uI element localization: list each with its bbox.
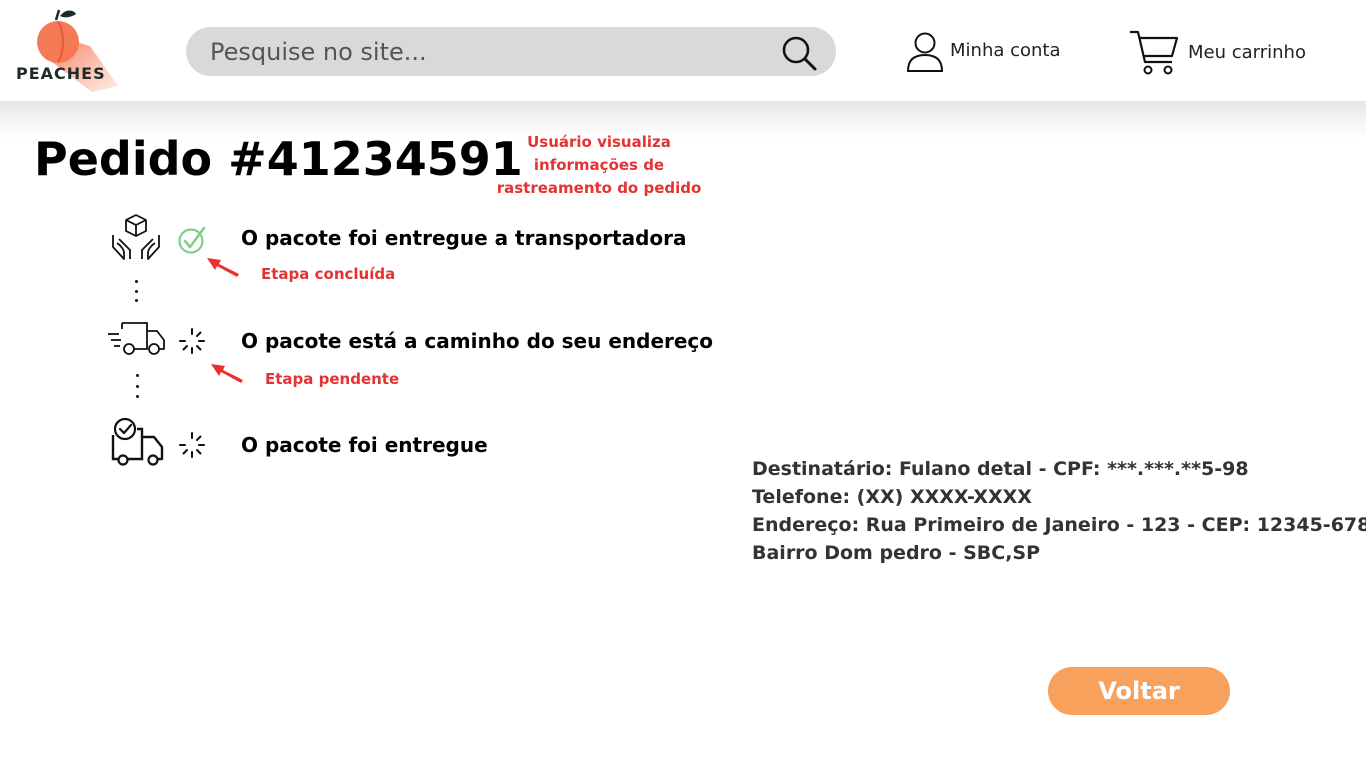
delivered-truck-icon bbox=[111, 417, 164, 466]
arrow-pointer-icon bbox=[211, 364, 243, 383]
step-label-in-transit: O pacote está a caminho do seu endereço bbox=[241, 329, 714, 353]
recipient-info: Destinatário: Fulano detal - CPF: ***.**… bbox=[752, 455, 1366, 567]
loading-spinner-icon bbox=[179, 432, 205, 458]
arrow-pointer-icon bbox=[207, 258, 239, 277]
package-hands-icon bbox=[112, 214, 160, 260]
check-circle-icon bbox=[178, 226, 206, 254]
loading-spinner-icon bbox=[179, 328, 205, 354]
back-button[interactable]: Voltar bbox=[1048, 667, 1230, 715]
search-input[interactable] bbox=[208, 35, 772, 69]
step-note-completed: Etapa concluída bbox=[261, 265, 396, 283]
search-icon[interactable] bbox=[780, 34, 818, 72]
peaches-logo[interactable] bbox=[12, 6, 122, 98]
account-link[interactable]: Minha conta bbox=[950, 40, 1061, 61]
recipient-name-cpf: Destinatário: Fulano detal - CPF: ***.**… bbox=[752, 458, 1249, 480]
search-bar[interactable] bbox=[186, 27, 836, 76]
user-icon[interactable] bbox=[905, 31, 945, 73]
recipient-phone: Telefone: (XX) XXXX-XXXX bbox=[752, 486, 1032, 508]
step-note-pending: Etapa pendente bbox=[265, 370, 400, 388]
peach-logo-icon bbox=[37, 9, 118, 92]
delivery-truck-icon bbox=[108, 322, 165, 355]
page-title: Pedido #41234591 bbox=[34, 132, 523, 186]
tracking-annotation: Usuário visualiza informações de rastrea… bbox=[496, 133, 702, 197]
step-connector bbox=[135, 280, 139, 302]
recipient-neighborhood: Bairro Dom pedro - SBC,SP bbox=[752, 542, 1041, 564]
step-label-delivered: O pacote foi entregue bbox=[241, 433, 488, 457]
cart-link[interactable]: Meu carrinho bbox=[1188, 42, 1306, 63]
step-label-shipped: O pacote foi entregue a transportadora bbox=[241, 226, 687, 250]
logo-text: PEACHES bbox=[16, 64, 106, 83]
site-header: PEACHES Minha conta Meu carrinho bbox=[0, 0, 1366, 101]
recipient-address: Endereço: Rua Primeiro de Janeiro - 123 … bbox=[752, 514, 1366, 536]
cart-icon[interactable] bbox=[1128, 29, 1180, 77]
step-connector bbox=[136, 374, 140, 398]
